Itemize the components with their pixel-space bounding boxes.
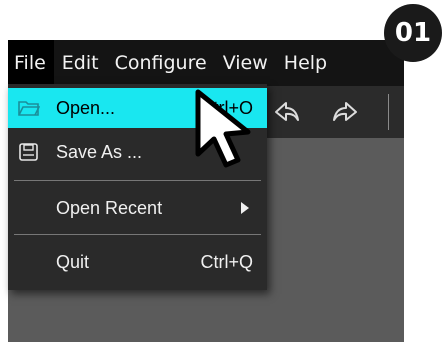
mouse-cursor-icon: [195, 89, 251, 168]
toolbar-separator: [388, 94, 389, 130]
folder-open-icon: [18, 98, 41, 118]
chevron-right-icon: [241, 202, 249, 214]
menu-item-open-recent[interactable]: Open Recent: [8, 188, 267, 228]
menu-item-quit-label: Quit: [56, 251, 90, 272]
menu-help[interactable]: Help: [276, 40, 335, 86]
menu-item-open-recent-label: Open Recent: [56, 197, 163, 218]
menu-file[interactable]: File: [8, 40, 54, 86]
menu-item-quit[interactable]: Quit Ctrl+Q: [8, 242, 267, 282]
menu-divider: [14, 234, 261, 235]
menu-view[interactable]: View: [215, 40, 276, 86]
menu-edit[interactable]: Edit: [54, 40, 107, 86]
menu-bar: File Edit Configure View Help: [8, 40, 404, 86]
menu-item-quit-shortcut: Ctrl+Q: [200, 251, 253, 272]
undo-button[interactable]: [266, 94, 306, 130]
menu-item-save-as-label: Save As ...: [56, 141, 143, 162]
undo-icon: [275, 102, 299, 121]
menu-divider: [14, 180, 261, 181]
step-badge: 01: [384, 4, 442, 62]
menu-item-open-label: Open...: [56, 97, 116, 118]
redo-icon: [333, 102, 357, 121]
redo-button[interactable]: [326, 94, 366, 130]
menu-configure[interactable]: Configure: [107, 40, 215, 86]
save-as-icon: [18, 142, 40, 162]
